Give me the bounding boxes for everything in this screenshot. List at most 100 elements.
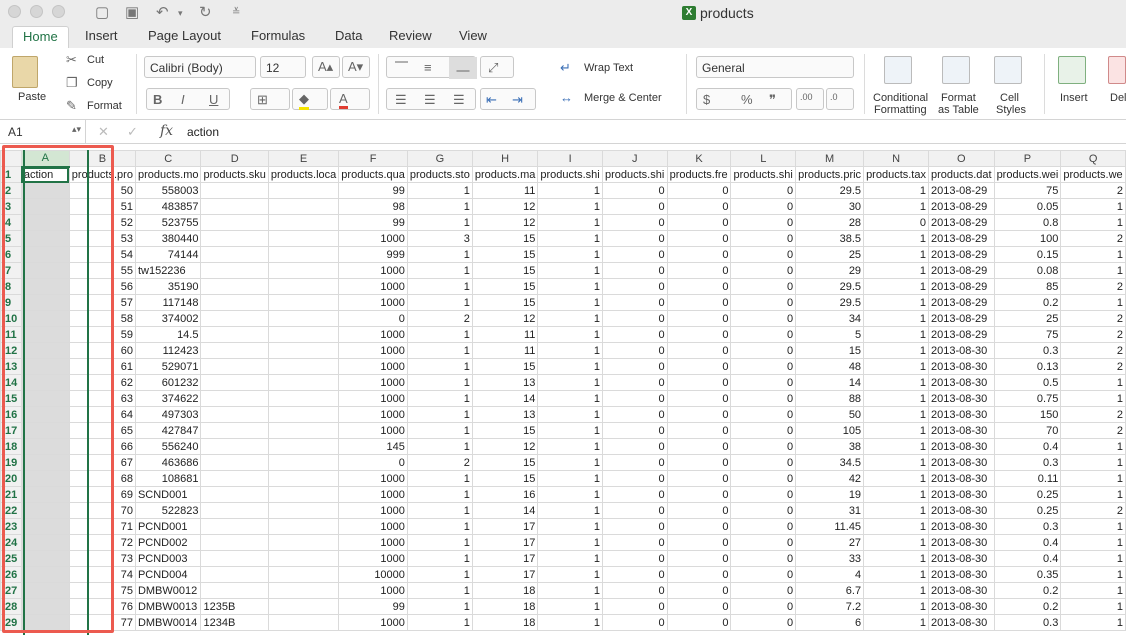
cell-l20[interactable]: 0 — [730, 470, 797, 487]
cell-styles-icon[interactable] — [994, 56, 1022, 84]
cell-j23[interactable]: 0 — [601, 518, 668, 535]
cell-l6[interactable]: 0 — [730, 246, 797, 263]
cell-f13[interactable]: 1000 — [338, 358, 408, 375]
cell-q10[interactable]: 2 — [1060, 310, 1126, 327]
cell-d1[interactable]: products.sku — [200, 166, 269, 183]
cell-e23[interactable] — [267, 518, 340, 535]
cell-p9[interactable]: 0.2 — [993, 294, 1062, 311]
row-header[interactable]: 5 — [0, 230, 22, 247]
cell-a19[interactable] — [20, 454, 70, 471]
worksheet-grid[interactable]: ABCDEFGHIJKLMNOPQ 1 action products.pro pro… — [0, 150, 1126, 635]
cell-a25[interactable] — [20, 550, 70, 567]
align-top-icon[interactable]: ⎺ — [395, 60, 408, 76]
cell-e19[interactable] — [267, 454, 340, 471]
cell-c14[interactable]: 601232 — [134, 374, 202, 391]
cell-m6[interactable]: 25 — [795, 246, 865, 263]
cell-k21[interactable]: 0 — [666, 486, 732, 503]
cell-l14[interactable]: 0 — [730, 374, 797, 391]
cell-a14[interactable] — [20, 374, 70, 391]
cell-d22[interactable] — [200, 502, 269, 519]
cell-d14[interactable] — [200, 374, 269, 391]
cell-q23[interactable]: 1 — [1060, 518, 1126, 535]
cell-b14[interactable]: 62 — [68, 374, 136, 391]
cell-e27[interactable] — [267, 582, 340, 599]
cell-j4[interactable]: 0 — [601, 214, 668, 231]
cell-o6[interactable]: 2013-08-29 — [928, 246, 995, 263]
cell-i14[interactable]: 1 — [537, 374, 603, 391]
cell-k27[interactable]: 0 — [666, 582, 732, 599]
cell-f1[interactable]: products.qua — [338, 166, 408, 183]
cell-c25[interactable]: PCND003 — [134, 550, 202, 567]
cell-j25[interactable]: 0 — [601, 550, 668, 567]
cell-j11[interactable]: 0 — [601, 326, 668, 343]
cell-f23[interactable]: 1000 — [338, 518, 408, 535]
cell-a20[interactable] — [20, 470, 70, 487]
cell-c4[interactable]: 523755 — [134, 214, 202, 231]
cell-b26[interactable]: 74 — [68, 566, 136, 583]
cell-m17[interactable]: 105 — [795, 422, 865, 439]
cell-p25[interactable]: 0.4 — [993, 550, 1062, 567]
row-header[interactable]: 2 — [0, 182, 22, 199]
cell-b1[interactable]: products.pro — [68, 166, 136, 183]
cell-f27[interactable]: 1000 — [338, 582, 408, 599]
cell-n12[interactable]: 1 — [863, 342, 930, 359]
cell-p10[interactable]: 25 — [993, 310, 1062, 327]
cell-q24[interactable]: 1 — [1060, 534, 1126, 551]
cell-e16[interactable] — [267, 406, 340, 423]
cell-p2[interactable]: 75 — [993, 182, 1062, 199]
row-header[interactable]: 14 — [0, 374, 22, 391]
font-name-select[interactable]: Calibri (Body) — [144, 56, 256, 78]
insert-function-button[interactable]: fx — [160, 123, 173, 139]
cell-n14[interactable]: 1 — [863, 374, 930, 391]
cell-m12[interactable]: 15 — [795, 342, 865, 359]
cell-f15[interactable]: 1000 — [338, 390, 408, 407]
cell-o13[interactable]: 2013-08-30 — [928, 358, 995, 375]
cell-f2[interactable]: 99 — [338, 182, 408, 199]
align-left-icon[interactable]: ☰ — [395, 92, 407, 108]
font-color-button[interactable]: A — [330, 88, 370, 110]
cell-m25[interactable]: 33 — [795, 550, 865, 567]
cell-a23[interactable] — [20, 518, 70, 535]
cell-l28[interactable]: 0 — [730, 598, 797, 615]
cell-l22[interactable]: 0 — [730, 502, 797, 519]
cell-a5[interactable] — [20, 230, 70, 247]
cell-p16[interactable]: 150 — [993, 406, 1062, 423]
cell-b9[interactable]: 57 — [68, 294, 136, 311]
cell-k8[interactable]: 0 — [666, 278, 732, 295]
cell-d7[interactable] — [200, 262, 269, 279]
cell-n16[interactable]: 1 — [863, 406, 930, 423]
cell-f6[interactable]: 999 — [338, 246, 408, 263]
cell-i8[interactable]: 1 — [537, 278, 603, 295]
cell-n19[interactable]: 1 — [863, 454, 930, 471]
cell-f11[interactable]: 1000 — [338, 326, 408, 343]
cell-g24[interactable]: 1 — [406, 534, 473, 551]
cell-l9[interactable]: 0 — [730, 294, 797, 311]
cell-e29[interactable] — [267, 614, 340, 631]
merge-center-button[interactable]: Merge & Center — [584, 92, 662, 104]
cell-o18[interactable]: 2013-08-30 — [928, 438, 995, 455]
cell-m24[interactable]: 27 — [795, 534, 865, 551]
cell-d19[interactable] — [200, 454, 269, 471]
cell-h26[interactable]: 17 — [471, 566, 539, 583]
cell-h7[interactable]: 15 — [471, 262, 539, 279]
cell-h4[interactable]: 12 — [471, 214, 539, 231]
underline-icon[interactable]: U — [209, 92, 218, 107]
cell-k18[interactable]: 0 — [666, 438, 732, 455]
cell-g8[interactable]: 1 — [406, 278, 473, 295]
format-as-table-label-1[interactable]: Format — [941, 92, 976, 104]
cell-a16[interactable] — [20, 406, 70, 423]
cell-k6[interactable]: 0 — [666, 246, 732, 263]
cell-g2[interactable]: 1 — [406, 182, 473, 199]
tab-data[interactable]: Data — [325, 26, 372, 48]
cell-c9[interactable]: 117148 — [134, 294, 202, 311]
cell-d26[interactable] — [200, 566, 269, 583]
cell-m11[interactable]: 5 — [795, 326, 865, 343]
cell-o19[interactable]: 2013-08-30 — [928, 454, 995, 471]
row-header[interactable]: 11 — [0, 326, 22, 343]
cell-p26[interactable]: 0.35 — [993, 566, 1062, 583]
cell-k12[interactable]: 0 — [666, 342, 732, 359]
cell-h24[interactable]: 17 — [471, 534, 539, 551]
cell-j21[interactable]: 0 — [601, 486, 668, 503]
cell-i11[interactable]: 1 — [537, 326, 603, 343]
cell-p27[interactable]: 0.2 — [993, 582, 1062, 599]
